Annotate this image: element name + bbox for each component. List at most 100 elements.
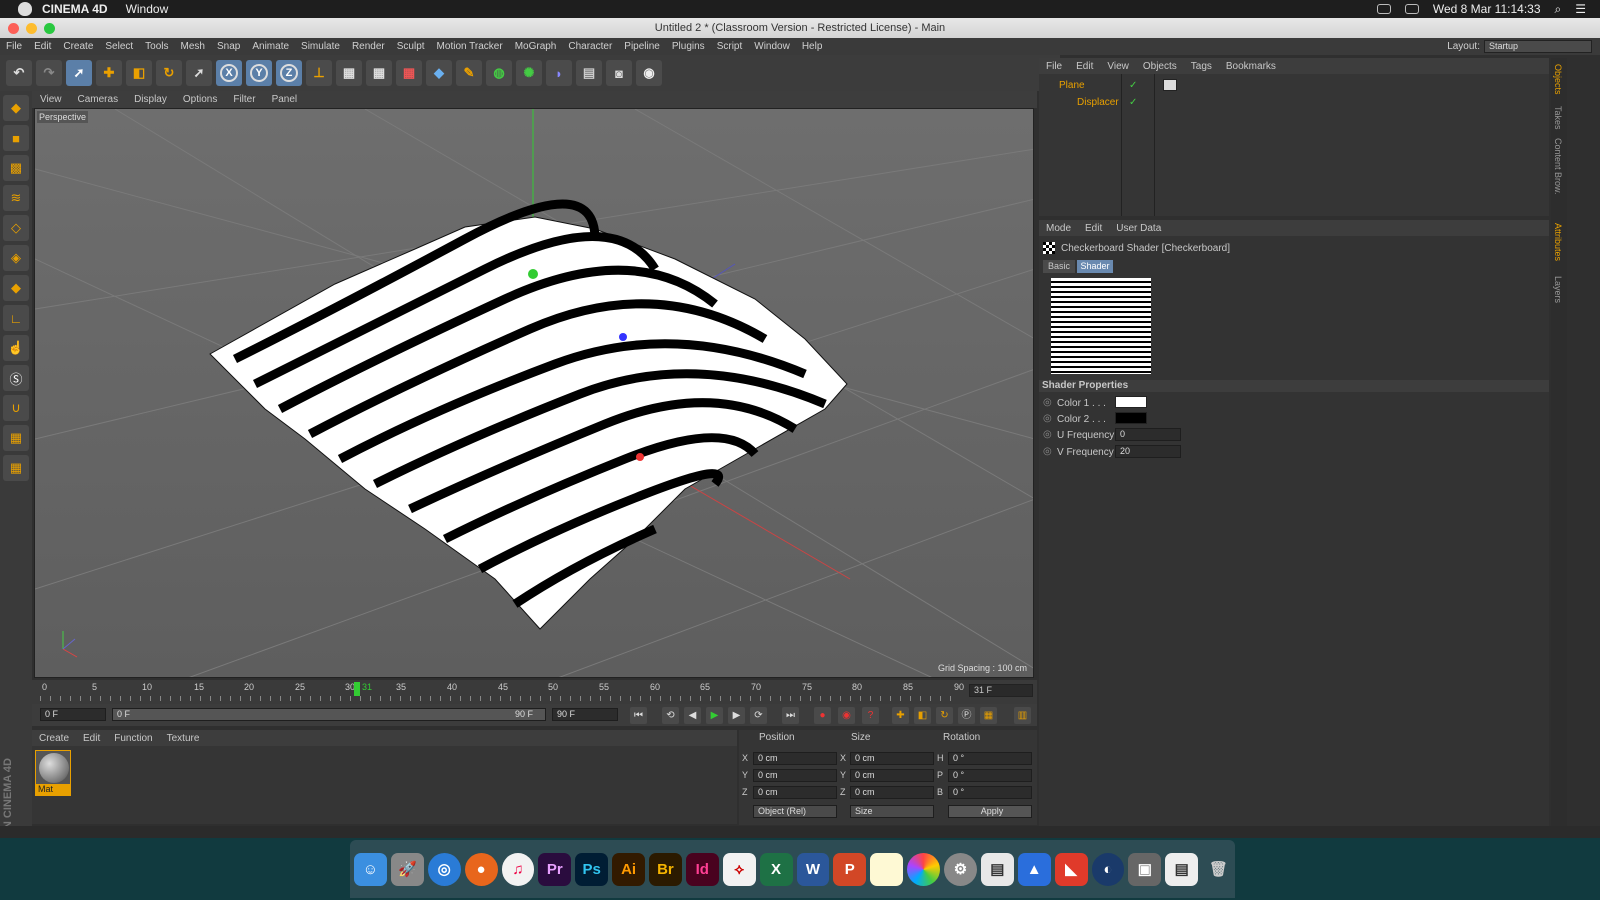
tweak-icon[interactable]: ☝	[3, 335, 29, 361]
next-key-icon[interactable]: ⟳	[750, 707, 767, 724]
attr-menu-edit[interactable]: Edit	[1078, 223, 1109, 234]
tab-shader[interactable]: Shader	[1077, 260, 1113, 273]
rotation-h-field[interactable]: 0 °	[948, 752, 1032, 765]
live-select-icon[interactable]: ➚	[66, 60, 92, 86]
screenshot-icon[interactable]: ▣	[1128, 852, 1162, 886]
position-z-field[interactable]: 0 cm	[753, 786, 837, 799]
polygons-mode-icon[interactable]: ◆	[3, 275, 29, 301]
animate-radio-icon[interactable]: ◎	[1043, 446, 1052, 457]
cinema4d-icon[interactable]: ◐	[1091, 852, 1125, 886]
make-editable-icon[interactable]: ◆	[3, 95, 29, 121]
indesign-icon[interactable]: Id	[685, 852, 719, 886]
position-y-field[interactable]: 0 cm	[753, 769, 837, 782]
previous-key-icon[interactable]: ⟲	[662, 707, 679, 724]
menu-pipeline[interactable]: Pipeline	[618, 41, 666, 52]
material-swatch[interactable]: Mat	[35, 750, 71, 796]
mat-menu-function[interactable]: Function	[107, 733, 159, 744]
trash-icon[interactable]: 🗑	[1202, 853, 1235, 886]
play-icon[interactable]: ▶	[706, 707, 723, 724]
cloud-icon[interactable]	[1376, 4, 1391, 14]
photoshop-icon[interactable]: Ps	[575, 852, 609, 886]
layout-select[interactable]: Startup	[1484, 40, 1592, 53]
preview-icon[interactable]: ▤	[980, 852, 1014, 886]
object-displacer[interactable]: Displacer	[1077, 97, 1119, 108]
render-picture-viewer-icon[interactable]: ▦	[366, 60, 392, 86]
visibility-check-icon[interactable]: ✓	[1129, 97, 1137, 108]
vp-menu-display[interactable]: Display	[126, 94, 175, 105]
x-axis-handle[interactable]	[636, 453, 644, 461]
key-rotation-icon[interactable]: ↻	[936, 707, 953, 724]
key-position-icon[interactable]: ✚	[892, 707, 909, 724]
mat-menu-texture[interactable]: Texture	[160, 733, 207, 744]
perspective-viewport[interactable]: Perspective Grid Spacing : 100 cm	[34, 108, 1034, 678]
launchpad-icon[interactable]: 🚀	[390, 852, 424, 886]
menu-sculpt[interactable]: Sculpt	[391, 41, 431, 52]
pen-icon[interactable]: ✎	[456, 60, 482, 86]
mat-menu-edit[interactable]: Edit	[76, 733, 107, 744]
object-plane[interactable]: Plane	[1059, 80, 1085, 91]
timeline-ruler[interactable]: 0 5 10 15 20 25 30 35 40 45 50 55 60 65 …	[32, 680, 1037, 704]
bridge-icon[interactable]: Br	[649, 852, 682, 886]
menu-mograph[interactable]: MoGraph	[509, 41, 563, 52]
menu-create[interactable]: Create	[57, 41, 99, 52]
illustrator-icon[interactable]: Ai	[612, 852, 645, 886]
animate-radio-icon[interactable]: ◎	[1043, 397, 1052, 408]
tab-attributes[interactable]: Attributes	[1553, 223, 1563, 261]
array-icon[interactable]: ✺	[516, 60, 542, 86]
vp-menu-panel[interactable]: Panel	[264, 94, 306, 105]
size-z-field[interactable]: 0 cm	[850, 786, 934, 799]
planar-icon[interactable]: ▦	[3, 455, 29, 481]
minimize-window-button[interactable]	[26, 23, 37, 34]
size-mode-select[interactable]: Size	[850, 805, 934, 818]
axis-mode-icon[interactable]: ∟	[3, 305, 29, 331]
acrobat-icon[interactable]: ⟡	[722, 852, 756, 886]
menu-script[interactable]: Script	[711, 41, 749, 52]
system-preferences-icon[interactable]: ⚙	[944, 852, 977, 886]
keyframe-selection-icon[interactable]: ?	[862, 707, 879, 724]
menu-character[interactable]: Character	[562, 41, 618, 52]
vp-menu-filter[interactable]: Filter	[225, 94, 263, 105]
rotation-b-field[interactable]: 0 °	[948, 786, 1032, 799]
next-frame-icon[interactable]: ▶	[728, 707, 745, 724]
menu-file[interactable]: File	[0, 41, 28, 52]
workplane-lock-icon[interactable]: ▦	[3, 425, 29, 451]
menu-mesh[interactable]: Mesh	[175, 41, 211, 52]
scale-icon[interactable]: ◧	[126, 60, 152, 86]
menu-motion-tracker[interactable]: Motion Tracker	[431, 41, 509, 52]
animate-radio-icon[interactable]: ◎	[1043, 413, 1052, 424]
notification-icon[interactable]: ☰	[1575, 2, 1586, 16]
deformer-icon[interactable]: ◗	[546, 60, 572, 86]
tab-layers[interactable]: Layers	[1553, 276, 1563, 303]
excel-icon[interactable]: X	[759, 852, 793, 886]
safari-icon[interactable]: ◎	[427, 852, 461, 886]
tab-basic[interactable]: Basic	[1043, 260, 1075, 273]
timeline-window-icon[interactable]: ▥	[1014, 707, 1031, 724]
menu-simulate[interactable]: Simulate	[295, 41, 346, 52]
key-parameter-icon[interactable]: Ⓟ	[958, 707, 975, 724]
texture-mode-icon[interactable]: ▩	[3, 155, 29, 181]
go-to-end-icon[interactable]: ⏭	[782, 707, 799, 724]
visibility-check-icon[interactable]: ✓	[1129, 80, 1137, 91]
edges-mode-icon[interactable]: ◈	[3, 245, 29, 271]
menu-window[interactable]: Window	[748, 41, 796, 52]
obj-menu-bookmarks[interactable]: Bookmarks	[1219, 61, 1283, 72]
wifi-icon[interactable]	[1404, 4, 1419, 14]
z-axis-handle[interactable]	[619, 333, 627, 341]
points-mode-icon[interactable]: ◇	[3, 215, 29, 241]
key-scale-icon[interactable]: ◧	[914, 707, 931, 724]
u-frequency-field[interactable]: 0	[1115, 428, 1181, 441]
start-frame-field[interactable]: 0 F	[40, 708, 106, 721]
speed-icon[interactable]: ◣	[1054, 852, 1088, 886]
menu-snap[interactable]: Snap	[211, 41, 246, 52]
render-settings-icon[interactable]: ▦	[396, 60, 422, 86]
keynote-icon[interactable]: ▲	[1017, 852, 1051, 886]
apple-icon[interactable]	[18, 2, 32, 16]
key-pla-icon[interactable]: ▦	[980, 707, 997, 724]
zoom-window-button[interactable]	[44, 23, 55, 34]
tab-objects[interactable]: Objects	[1553, 64, 1563, 95]
position-x-field[interactable]: 0 cm	[753, 752, 837, 765]
rotate-icon[interactable]: ↻	[156, 60, 182, 86]
notes-icon[interactable]	[870, 852, 904, 886]
attr-menu-user-data[interactable]: User Data	[1109, 223, 1168, 234]
menu-select[interactable]: Select	[99, 41, 139, 52]
